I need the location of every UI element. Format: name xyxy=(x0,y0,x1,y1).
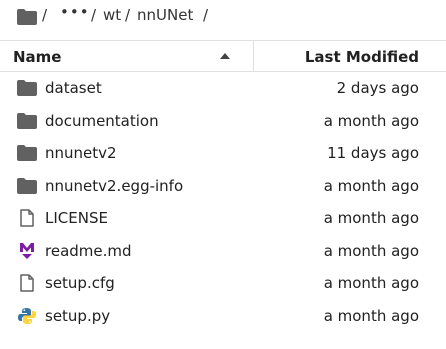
file-icon xyxy=(20,209,34,227)
file-modified: a month ago xyxy=(323,241,419,260)
folder-icon xyxy=(17,145,37,161)
file-name: setup.cfg xyxy=(45,274,115,292)
file-name: nnunetv2 xyxy=(45,144,117,162)
breadcrumb-ellipsis[interactable]: ••• xyxy=(60,3,90,21)
file-name: nnunetv2.egg-info xyxy=(45,176,184,195)
breadcrumb-separator: / xyxy=(203,6,209,24)
file-browser: / ••• / wt / nnUNet / Name Last Modified… xyxy=(0,0,446,349)
file-modified: a month ago xyxy=(323,176,419,195)
sort-ascending-icon xyxy=(220,53,230,59)
breadcrumb: / ••• / wt / nnUNet / xyxy=(0,0,446,34)
folder-icon xyxy=(17,112,37,129)
list-item[interactable]: setup.py a month ago xyxy=(0,300,446,333)
last-modified-column-label: Last Modified xyxy=(304,48,419,66)
file-list-header: Name Last Modified xyxy=(0,40,446,72)
last-modified-column-header[interactable]: Last Modified xyxy=(254,41,446,71)
markdown-icon xyxy=(20,242,34,259)
file-name: documentation xyxy=(45,111,159,130)
file-name: setup.py xyxy=(45,306,111,325)
name-column-label: Name xyxy=(13,48,62,66)
breadcrumb-separator: / xyxy=(125,6,131,24)
list-item[interactable]: nnunetv2.egg-info a month ago xyxy=(0,170,446,203)
file-modified: a month ago xyxy=(323,111,419,130)
name-column-header[interactable]: Name xyxy=(0,41,254,71)
folder-icon xyxy=(17,80,37,96)
file-name: dataset xyxy=(45,79,102,97)
list-item[interactable]: documentation a month ago xyxy=(0,105,446,138)
breadcrumb-separator: / xyxy=(91,6,97,24)
list-item[interactable]: LICENSE a month ago xyxy=(0,202,446,235)
breadcrumb-separator: / xyxy=(42,6,48,24)
breadcrumb-item-wt[interactable]: wt xyxy=(103,6,121,24)
file-modified: a month ago xyxy=(323,306,419,325)
file-name: LICENSE xyxy=(45,209,108,227)
breadcrumb-item-nnunet[interactable]: nnUNet xyxy=(137,6,193,24)
file-list: dataset 2 days ago documentation a month… xyxy=(0,72,446,332)
list-item[interactable]: dataset 2 days ago xyxy=(0,72,446,105)
list-item[interactable]: readme.md a month ago xyxy=(0,235,446,268)
file-modified: 11 days ago xyxy=(327,144,419,162)
file-icon xyxy=(20,274,34,292)
file-name: readme.md xyxy=(45,241,132,260)
folder-icon xyxy=(17,177,37,194)
list-item[interactable]: setup.cfg a month ago xyxy=(0,267,446,300)
home-folder-icon[interactable] xyxy=(17,9,37,25)
list-item[interactable]: nnunetv2 11 days ago xyxy=(0,137,446,170)
file-modified: a month ago xyxy=(323,209,419,227)
file-modified: a month ago xyxy=(323,274,419,292)
python-icon xyxy=(18,307,36,324)
file-modified: 2 days ago xyxy=(336,79,419,97)
